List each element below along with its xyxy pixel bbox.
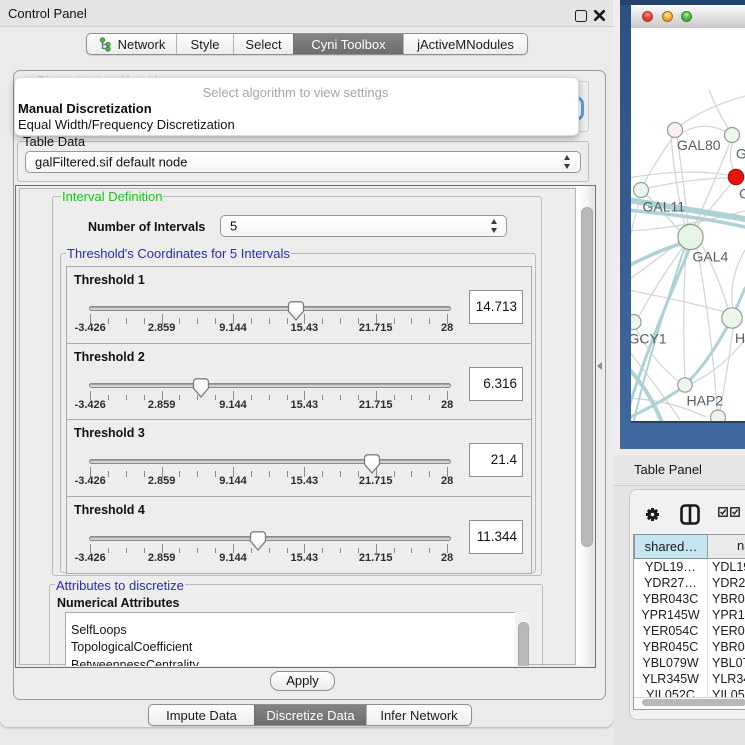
- svg-text:HAP2: HAP2: [687, 393, 724, 409]
- svg-text:GAL4: GAL4: [693, 249, 729, 265]
- svg-text:GAL11: GAL11: [643, 199, 686, 215]
- svg-text:GCY1: GCY1: [631, 331, 667, 347]
- svg-text:GA: GA: [736, 146, 745, 162]
- svg-text:C: C: [739, 186, 745, 202]
- svg-text:H: H: [735, 330, 745, 346]
- svg-text:GAL80: GAL80: [677, 137, 721, 153]
